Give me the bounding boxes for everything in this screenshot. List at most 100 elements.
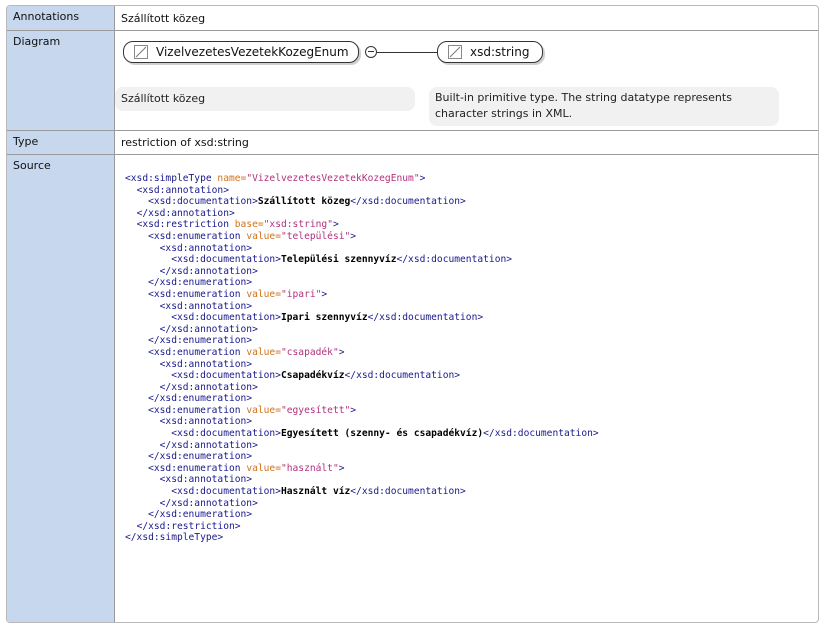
- simple-type-name: VizelvezetesVezetekKozegEnum: [156, 45, 349, 59]
- source-line: <xsd:annotation>: [125, 474, 818, 486]
- base-type-note-line1: Built-in primitive type. The string data…: [435, 91, 732, 104]
- source-line: </xsd:enumeration>: [125, 335, 818, 347]
- source-token: >: [338, 346, 345, 358]
- source-token: base=: [234, 219, 264, 231]
- source-token: value=: [246, 462, 281, 474]
- base-type-note: Built-in primitive type. The string data…: [429, 87, 779, 126]
- source-token: </xsd:enumeration>: [148, 393, 253, 405]
- source-line: </xsd:simpleType>: [125, 532, 818, 544]
- source-token: <xsd:annotation>: [159, 358, 253, 370]
- source-token: <xsd:enumeration: [148, 404, 247, 416]
- source-token: Használt víz: [280, 486, 351, 498]
- source-token: </xsd:documentation>: [367, 312, 484, 324]
- source-line: <xsd:enumeration value="egyesített">: [125, 405, 818, 417]
- source-line: <xsd:documentation>Csapadékvíz</xsd:docu…: [125, 370, 818, 382]
- source-token: <xsd:annotation>: [159, 416, 253, 428]
- source-line: <xsd:annotation>: [125, 416, 818, 428]
- source-line: <xsd:documentation>Települési szennyvíz<…: [125, 254, 818, 266]
- source-token: <xsd:documentation>: [171, 370, 281, 382]
- base-type-node[interactable]: xsd:string: [437, 41, 543, 63]
- source-token: "használt": [280, 462, 339, 474]
- source-line: <xsd:annotation>: [125, 243, 818, 255]
- source-line: <xsd:enumeration value="települési">: [125, 231, 818, 243]
- source-line: </xsd:annotation>: [125, 382, 818, 394]
- source-line: <xsd:documentation>Ipari szennyvíz</xsd:…: [125, 312, 818, 324]
- source-token: <xsd:documentation>: [148, 196, 258, 208]
- source-token: <xsd:documentation>: [171, 486, 281, 498]
- source-token: name=: [217, 173, 247, 184]
- source-line: <xsd:annotation>: [125, 301, 818, 313]
- source-token: </xsd:enumeration>: [148, 451, 253, 463]
- source-token: </xsd:annotation>: [159, 439, 258, 451]
- simple-type-node[interactable]: VizelvezetesVezetekKozegEnum: [123, 41, 359, 63]
- restriction-connector-icon: [365, 46, 377, 58]
- source-token: <xsd:annotation>: [159, 242, 253, 254]
- source-line: <xsd:annotation>: [125, 359, 818, 371]
- annotations-value: Szállított közeg: [121, 12, 206, 25]
- source-line: </xsd:annotation>: [125, 324, 818, 336]
- source-token: Egyesített (szenny- és csapadékvíz): [280, 428, 484, 440]
- source-token: <xsd:enumeration: [148, 230, 247, 242]
- source-token: <xsd:annotation>: [159, 300, 253, 312]
- schema-doc-table: Annotations Szállított közeg Diagram Viz…: [6, 5, 819, 623]
- source-token: "települési": [280, 230, 351, 242]
- source-token: value=: [246, 404, 281, 416]
- source-line: </xsd:enumeration>: [125, 451, 818, 463]
- source-cell: <xsd:simpleType name="VizelvezetesVezete…: [115, 155, 818, 622]
- source-line: </xsd:restriction>: [125, 521, 818, 533]
- source-line: </xsd:annotation>: [125, 266, 818, 278]
- diagram-label: Diagram: [7, 31, 115, 130]
- simple-type-icon: [448, 45, 462, 59]
- source-token: <xsd:annotation>: [159, 474, 253, 486]
- source-token: Csapadékvíz: [280, 370, 345, 382]
- source-line: <xsd:documentation>Használt víz</xsd:doc…: [125, 486, 818, 498]
- source-token: </xsd:documentation>: [483, 428, 599, 440]
- source-token: >: [350, 404, 357, 416]
- annotations-row: Annotations Szállított közeg: [7, 6, 818, 31]
- source-token: value=: [246, 230, 281, 242]
- source-token: value=: [246, 346, 281, 358]
- source-token: <xsd:documentation>: [171, 312, 281, 324]
- source-token: <xsd:restriction: [136, 219, 235, 231]
- source-token: </xsd:enumeration>: [148, 277, 253, 289]
- source-token: </xsd:annotation>: [159, 265, 258, 277]
- source-line: </xsd:enumeration>: [125, 277, 818, 289]
- source-token: <xsd:documentation>: [171, 254, 281, 266]
- connector-line: [377, 52, 437, 53]
- source-token: >: [321, 288, 328, 300]
- source-token: </xsd:annotation>: [159, 497, 258, 509]
- source-line: <xsd:restriction base="xsd:string">: [125, 219, 818, 231]
- source-token: >: [338, 462, 345, 474]
- source-token: </xsd:simpleType>: [125, 532, 224, 544]
- annotations-label: Annotations: [7, 6, 115, 30]
- source-token: <xsd:enumeration: [148, 462, 247, 474]
- source-token: "xsd:string": [263, 219, 333, 231]
- source-line: <xsd:annotation>: [125, 185, 818, 197]
- source-token: Szállított közeg: [257, 196, 351, 208]
- source-token: >: [419, 173, 426, 184]
- source-token: >: [332, 219, 339, 231]
- source-line: </xsd:annotation>: [125, 208, 818, 220]
- diagram-area: VizelvezetesVezetekKozegEnum xsd:string …: [115, 31, 818, 130]
- simple-type-note: Szállított közeg: [115, 87, 415, 111]
- source-token: Települési szennyvíz: [280, 254, 397, 266]
- source-token: <xsd:enumeration: [148, 288, 247, 300]
- source-line: <xsd:documentation>Szállított közeg</xsd…: [125, 196, 818, 208]
- source-token: </xsd:enumeration>: [148, 509, 253, 521]
- source-token: "csapadék": [280, 346, 339, 358]
- source-line: </xsd:enumeration>: [125, 393, 818, 405]
- source-token: </xsd:documentation>: [350, 196, 466, 208]
- source-label: Source: [7, 155, 115, 622]
- source-token: </xsd:documentation>: [350, 486, 466, 498]
- source-line: <xsd:documentation>Egyesített (szenny- é…: [125, 428, 818, 440]
- source-token: >: [350, 230, 357, 242]
- source-token: </xsd:annotation>: [159, 381, 258, 393]
- simple-type-icon: [134, 45, 148, 59]
- source-token: <xsd:simpleType: [125, 173, 218, 184]
- source-token: <xsd:annotation>: [136, 184, 229, 196]
- base-type-name: xsd:string: [470, 45, 530, 59]
- source-code: <xsd:simpleType name="VizelvezetesVezete…: [125, 173, 818, 544]
- source-token: </xsd:documentation>: [396, 254, 513, 266]
- source-line: </xsd:enumeration>: [125, 509, 818, 521]
- source-line: </xsd:annotation>: [125, 498, 818, 510]
